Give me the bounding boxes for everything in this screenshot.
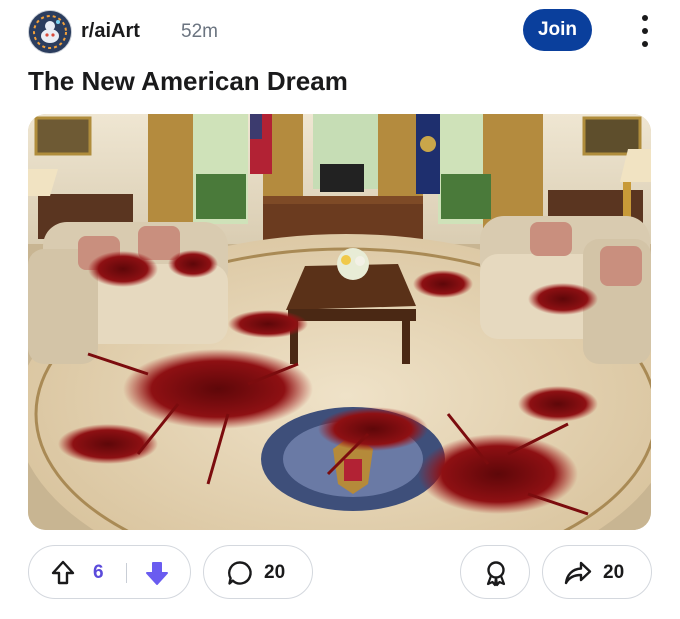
more-options-icon[interactable]	[638, 12, 652, 50]
post-time: 52m	[181, 21, 218, 42]
oval-office-illustration	[28, 114, 651, 530]
vote-count: 6	[93, 562, 104, 583]
subreddit-avatar-icon[interactable]	[28, 10, 72, 54]
comments-button[interactable]: 20	[203, 545, 313, 599]
comment-count: 20	[264, 562, 286, 583]
post-actions: 6 20 20	[28, 545, 652, 601]
award-icon	[482, 559, 510, 587]
comment-icon	[226, 559, 254, 587]
post-image[interactable]	[28, 114, 651, 530]
post-header: r/aiArt 52m Join	[28, 9, 652, 54]
subreddit-name[interactable]: r/aiArt	[81, 20, 140, 43]
join-button[interactable]: Join	[523, 9, 592, 51]
downvote-icon[interactable]	[143, 559, 171, 587]
post-title[interactable]: The New American Dream	[28, 66, 348, 97]
vote-divider	[126, 563, 127, 583]
share-button[interactable]: 20	[542, 545, 652, 599]
share-count: 20	[603, 562, 625, 583]
upvote-icon[interactable]	[49, 559, 77, 587]
vote-control: 6	[28, 545, 191, 599]
award-button[interactable]	[460, 545, 530, 599]
share-icon	[563, 559, 593, 587]
